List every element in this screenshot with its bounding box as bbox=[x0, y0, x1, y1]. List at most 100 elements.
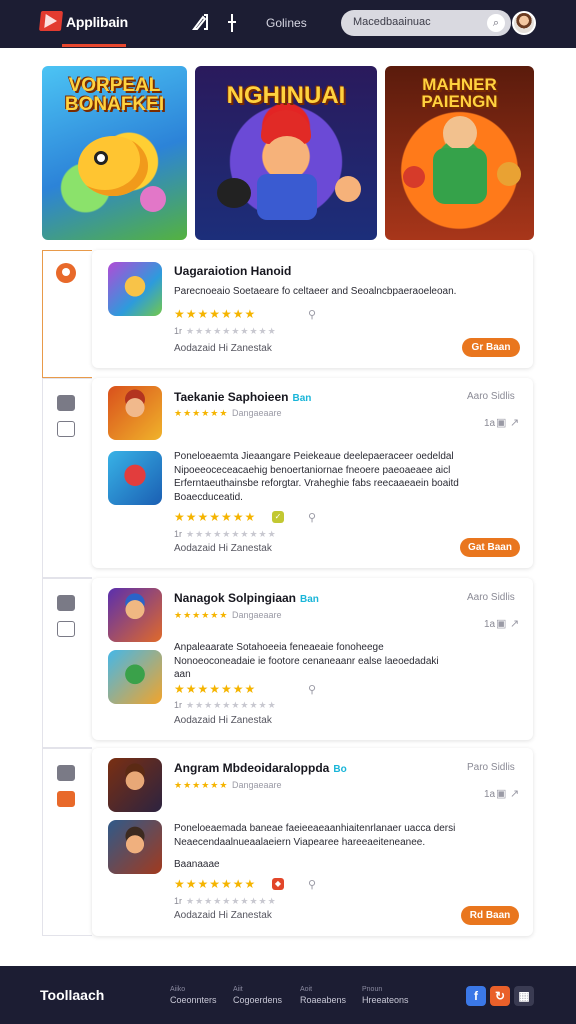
app-logo-icon[interactable] bbox=[38, 11, 64, 31]
app-title[interactable]: Uagaraiotion Hanoid bbox=[174, 264, 291, 278]
featured-banner-3[interactable]: MAHNER PAIENGN bbox=[385, 66, 534, 240]
featured-banner-2[interactable]: NGHINUAI bbox=[195, 66, 377, 240]
app-title[interactable]: Angram Mbdeoidaraloppda bbox=[174, 761, 329, 775]
app-meta: Aodazaid Hi Zanestak bbox=[174, 715, 272, 726]
calendar-icon[interactable] bbox=[57, 621, 75, 637]
share-icon[interactable]: ↗ bbox=[510, 787, 519, 800]
share-icon[interactable]: ↗ bbox=[510, 617, 519, 630]
footer-link[interactable]: Pnoun Hreeateons bbox=[362, 984, 409, 1006]
share-icon[interactable]: ↗ bbox=[510, 416, 519, 429]
category-icon[interactable] bbox=[56, 263, 76, 283]
app-card[interactable]: Taekanie Saphoieen Ban Aaro Sidlis ★★★★★★… bbox=[92, 378, 533, 568]
get-button[interactable]: Gat Baan bbox=[460, 538, 520, 557]
hero-body bbox=[257, 174, 317, 220]
banner-title: VORPEAL BONAFKEI bbox=[64, 75, 165, 115]
card-side-rail bbox=[42, 748, 92, 936]
app-icon[interactable] bbox=[108, 758, 162, 812]
star-rating: ★★★★★★★ bbox=[174, 877, 257, 891]
app-icon[interactable] bbox=[108, 650, 162, 704]
footer-link[interactable]: Aiiko Coeonnters bbox=[170, 984, 217, 1006]
app-title[interactable]: Taekanie Saphoieen bbox=[174, 390, 289, 404]
rating-caption: Dangaeaare bbox=[232, 780, 282, 790]
sub-rating-label: 1r bbox=[174, 326, 183, 336]
app-card[interactable]: Angram Mbdeoidaraloppda Bo Paro Sidlis ★★… bbox=[92, 748, 533, 936]
footer-link-caption: Aiiko bbox=[170, 986, 186, 993]
app-badge: Ban bbox=[300, 594, 319, 605]
footer-link-label[interactable]: Cogoerdens bbox=[233, 995, 282, 1005]
banner-character-body bbox=[433, 148, 487, 204]
app-price-label: Aaro Sidlis bbox=[467, 391, 515, 402]
save-icon[interactable] bbox=[57, 765, 75, 781]
save-icon[interactable] bbox=[57, 395, 75, 411]
get-button[interactable]: Gr Baan bbox=[462, 338, 520, 357]
star-rating: ★★★★★★ bbox=[174, 408, 229, 418]
save-icon[interactable] bbox=[57, 595, 75, 611]
sub-rating: ★★★★★★★★★★ bbox=[186, 896, 277, 906]
app-icon[interactable] bbox=[108, 386, 162, 440]
download-icon[interactable]: ▣ bbox=[496, 617, 506, 630]
app-icon[interactable] bbox=[108, 262, 162, 316]
facebook-icon[interactable]: f bbox=[466, 986, 486, 1006]
rating-caption: Dangaeaare bbox=[232, 610, 282, 620]
app-icon[interactable] bbox=[108, 588, 162, 642]
app-icon[interactable] bbox=[108, 451, 162, 505]
sub-rating-label: 1r bbox=[174, 896, 183, 906]
brand-name[interactable]: Applibain bbox=[66, 14, 128, 30]
footer-link-label[interactable]: Hreeateons bbox=[362, 995, 409, 1005]
gamepad-icon[interactable] bbox=[57, 791, 75, 807]
app-description: Poneloeaemta Jieaangare Peiekeaue deelep… bbox=[174, 451, 459, 503]
app-title[interactable]: Nanagok Solpingiaan bbox=[174, 591, 296, 605]
app-price-label: Paro Sidlis bbox=[467, 762, 515, 773]
card-side-rail bbox=[42, 378, 92, 578]
app-description: Poneloeaemada baneae faeieeaeaanhiaitenr… bbox=[174, 823, 456, 848]
chart-icon[interactable] bbox=[190, 12, 212, 34]
grid-icon[interactable]: ▦ bbox=[514, 986, 534, 1006]
app-title-row: Nanagok Solpingiaan Ban bbox=[174, 591, 319, 605]
banner-character bbox=[140, 186, 166, 212]
search-input[interactable]: Macedbaainuac bbox=[353, 16, 431, 28]
app-title-row: Angram Mbdeoidaraloppda Bo bbox=[174, 761, 347, 775]
footer-link[interactable]: Aiit Cogoerdens bbox=[233, 984, 282, 1006]
footer-link-label[interactable]: Coeonnters bbox=[170, 995, 217, 1005]
card-side-rail bbox=[42, 578, 92, 748]
rating-chip: ✓ bbox=[272, 511, 284, 523]
footer: Toollaach Aiiko Coeonnters Aiit Cogoerdens… bbox=[0, 966, 576, 1024]
banner-character-2 bbox=[403, 166, 425, 188]
sub-rating: ★★★★★★★★★★ bbox=[186, 529, 277, 539]
app-meta: Aodazaid Hi Zanestak bbox=[174, 910, 272, 921]
app-card[interactable]: Uagaraiotion Hanoid Parecnoeaio Soetaear… bbox=[92, 250, 533, 368]
calendar-icon[interactable] bbox=[57, 421, 75, 437]
nav-link[interactable]: Golines bbox=[266, 16, 307, 30]
download-icon[interactable]: ▣ bbox=[496, 787, 506, 800]
download-count: 1a bbox=[484, 619, 496, 630]
user-avatar[interactable] bbox=[512, 11, 536, 35]
banner-character-3 bbox=[497, 162, 521, 186]
active-tab-indicator bbox=[62, 44, 126, 47]
banner-title: NGHINUAI bbox=[226, 82, 346, 109]
app-price-label: Aaro Sidlis bbox=[467, 592, 515, 603]
search-icon[interactable]: ⌕ bbox=[487, 14, 505, 32]
banner-mascot bbox=[78, 136, 148, 196]
get-button[interactable]: Rd Baan bbox=[461, 906, 519, 925]
star-rating: ★★★★★★ bbox=[174, 610, 229, 620]
app-card[interactable]: Nanagok Solpingiaan Ban Aaro Sidlis ★★★★★… bbox=[92, 578, 533, 740]
star-rating: ★★★★★★★ bbox=[174, 682, 257, 696]
sub-rating: ★★★★★★★★★★ bbox=[186, 326, 277, 336]
search-bar[interactable]: Macedbaainuac ⌕ bbox=[341, 10, 511, 36]
download-count: 1a bbox=[484, 789, 496, 800]
bookmark-icon[interactable]: ⚲ bbox=[308, 878, 316, 891]
bookmark-icon[interactable]: ⚲ bbox=[308, 308, 316, 321]
featured-banner-1[interactable]: VORPEAL BONAFKEI bbox=[42, 66, 187, 240]
download-icon[interactable]: ▣ bbox=[496, 416, 506, 429]
app-description: Parecnoeaio Soetaeare fo celtaeer and Se… bbox=[174, 286, 457, 297]
share-icon[interactable]: ↻ bbox=[490, 986, 510, 1006]
footer-link-label[interactable]: Roaeabens bbox=[300, 995, 346, 1005]
footer-brand[interactable]: Toollaach bbox=[40, 987, 104, 1003]
star-rating: ★★★★★★★ bbox=[174, 510, 257, 524]
bookmark-icon[interactable]: ⚲ bbox=[308, 683, 316, 696]
app-icon[interactable] bbox=[108, 820, 162, 874]
pin-icon[interactable] bbox=[221, 12, 243, 34]
bookmark-icon[interactable]: ⚲ bbox=[308, 511, 316, 524]
app-title-row: Taekanie Saphoieen Ban bbox=[174, 390, 311, 404]
footer-link[interactable]: Aoit Roaeabens bbox=[300, 984, 346, 1006]
